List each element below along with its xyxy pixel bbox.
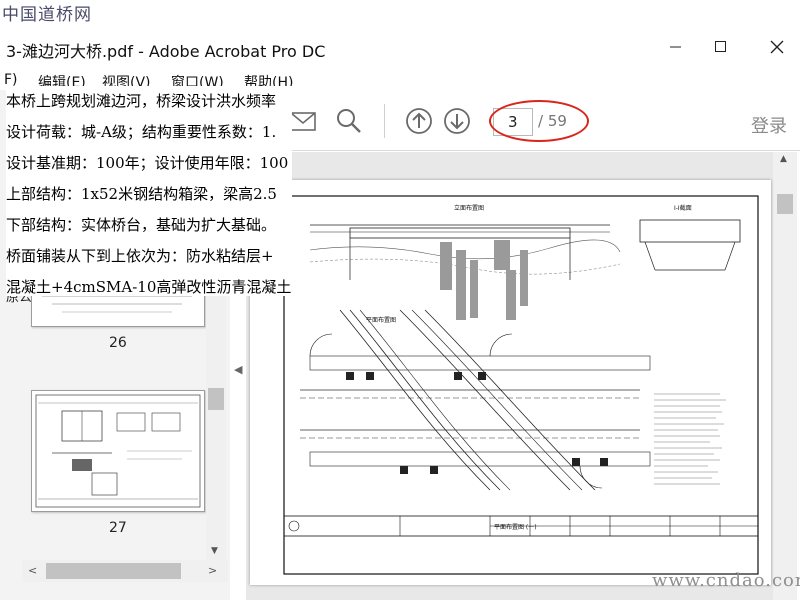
sidebar-horizontal-scrollbar[interactable]: < > (22, 560, 228, 582)
viewer-scroll-up-icon[interactable]: ▲ (780, 154, 787, 164)
maximize-icon (715, 41, 726, 52)
overlay-line: 本桥上跨规划滩边河，桥梁设计洪水频率 (6, 92, 277, 110)
window-title: 3-滩边河大桥.pdf - Adobe Acrobat Pro DC (6, 42, 326, 61)
overlay-line: 上部结构：1x52米钢结构箱梁，梁高2.5 (6, 185, 277, 203)
sidebar-vertical-scrollbar[interactable]: ▼ (206, 296, 226, 562)
overlay-line: 桥面铺装从下到上依次为：防水粘结层+ (6, 247, 274, 265)
watermark-bottom: www.cndao.com (652, 570, 800, 591)
thumbnail-page-27[interactable] (31, 390, 205, 512)
close-icon (770, 40, 784, 54)
scroll-down-arrow-icon[interactable]: ▼ (211, 546, 218, 556)
overlay-line: 下部结构：实体桥台，基础为扩大基础。 (6, 216, 277, 234)
minimize-button[interactable] (653, 32, 699, 62)
overlay-line: 设计荷载：城-A级；结构重要性系数：1. (6, 123, 277, 141)
scroll-right-arrow-icon[interactable]: > (208, 564, 217, 577)
page-up-icon[interactable] (404, 106, 434, 136)
search-icon[interactable] (335, 107, 363, 135)
maximize-button[interactable] (698, 32, 744, 62)
login-link[interactable]: 登录 (751, 112, 787, 138)
viewer-vertical-scrollbar[interactable]: ▲ (773, 152, 797, 600)
watermark-top: 中国道桥网 (2, 5, 92, 25)
overlay-line: 设计基准期：100年；设计使用年限：100 (6, 154, 289, 172)
scroll-left-arrow-icon[interactable]: < (28, 564, 37, 577)
close-button[interactable] (754, 32, 800, 62)
highlight-ellipse (489, 100, 589, 142)
bridge-drawing: 立面布置图 I-I截面 平面布置图 平面布置图 (一) (283, 195, 759, 575)
drawing-label-elevation: 立面布置图 (454, 204, 484, 212)
overlay-line: 混凝土+4cmSMA-10高弹改性沥青混凝土。 (6, 278, 292, 296)
thumbnail-label-26: 26 (109, 335, 127, 351)
thumbnail-label-27: 27 (109, 520, 127, 536)
mail-icon[interactable] (289, 108, 317, 136)
toolbar-divider (384, 104, 385, 138)
sidebar-hscroll-thumb[interactable] (46, 563, 181, 579)
title-block-text: 平面布置图 (一) (494, 523, 537, 531)
sidebar-scroll-thumb[interactable] (208, 388, 224, 410)
collapse-panel-icon[interactable]: ◀ (234, 363, 242, 376)
pdf-page: 立面布置图 I-I截面 平面布置图 平面布置图 (一) (250, 180, 771, 585)
overlay-description: 本桥上跨规划滩边河，桥梁设计洪水频率 设计荷载：城-A级；结构重要性系数：1. … (6, 86, 292, 296)
drawing-label-section: I-I截面 (674, 204, 692, 212)
page-down-icon[interactable] (442, 106, 472, 136)
minimize-icon (670, 46, 681, 48)
viewer-scroll-thumb[interactable] (777, 194, 793, 214)
